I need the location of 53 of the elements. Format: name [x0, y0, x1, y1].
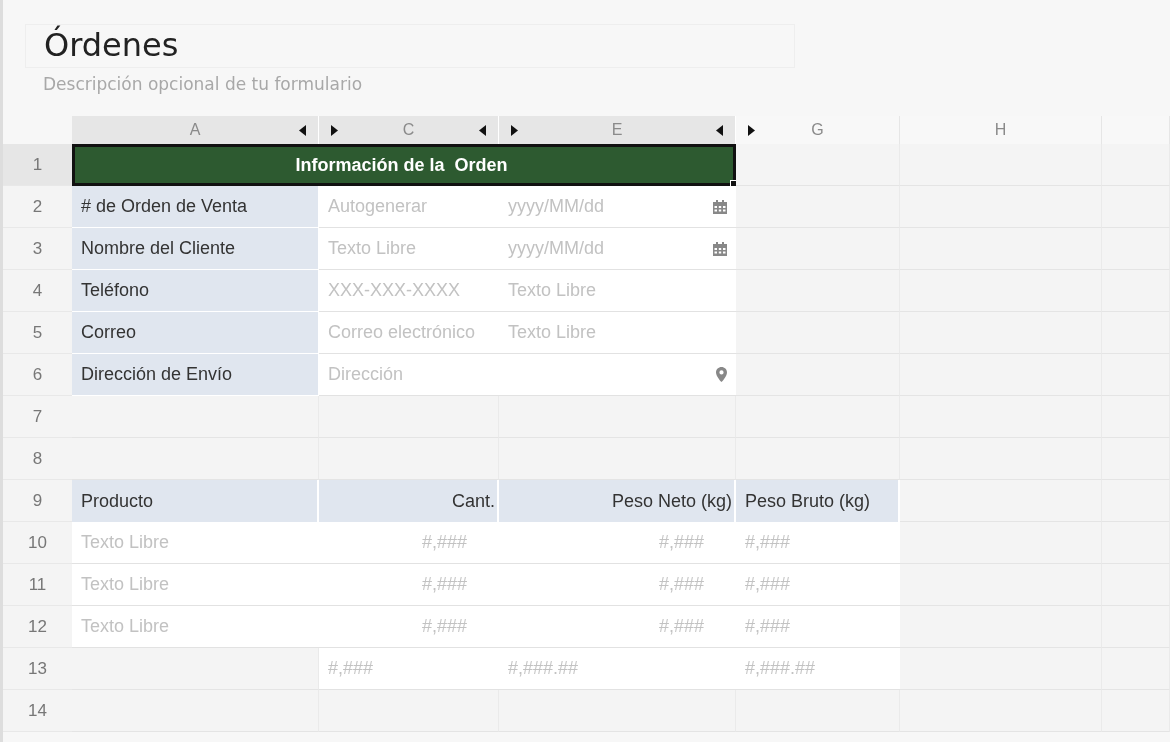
input-field[interactable]: #,###.##	[499, 648, 736, 690]
input-field[interactable]: Texto Libre	[72, 522, 319, 564]
column-letter: C	[402, 121, 415, 139]
section-title: Información de la Orden	[72, 144, 736, 186]
column-letter: A	[189, 121, 201, 139]
number-field[interactable]: #,###	[499, 606, 736, 648]
address-field[interactable]: Dirección	[319, 354, 736, 396]
column-label: Peso Neto (kg)	[499, 480, 736, 522]
column-letter: G	[811, 121, 824, 139]
input-field[interactable]: Texto Libre	[319, 228, 499, 270]
column-letter: E	[611, 121, 623, 139]
placeholder-text: yyyy/MM/dd	[508, 196, 605, 217]
number-field[interactable]: #,###	[319, 522, 499, 564]
date-field[interactable]: yyyy/MM/dd	[499, 186, 736, 228]
location-pin-icon[interactable]	[716, 367, 727, 382]
input-field[interactable]: #,###.##	[736, 648, 900, 690]
input-field[interactable]: #,###	[736, 522, 900, 564]
input-field[interactable]: Texto Libre	[72, 564, 319, 606]
input-field[interactable]: #,###	[736, 564, 900, 606]
table-cell: # de Orden de Venta	[72, 186, 319, 228]
form-title: Órdenes	[44, 24, 179, 66]
column-header[interactable]: A	[72, 116, 319, 144]
table-cell: Nombre del Cliente	[72, 228, 319, 270]
input-field[interactable]: XXX-XXX-XXXX	[319, 270, 499, 312]
calendar-icon[interactable]	[713, 199, 727, 214]
column-header[interactable]: G	[736, 116, 900, 144]
table-cell: Teléfono	[72, 270, 319, 312]
number-field[interactable]: #,###	[319, 564, 499, 606]
placeholder-text: yyyy/MM/dd	[508, 238, 605, 259]
table-cell: Correo	[72, 312, 319, 354]
input-field[interactable]: Texto Libre	[499, 270, 736, 312]
form-description: Descripción opcional de tu formulario	[43, 74, 363, 94]
input-field[interactable]: Autogenerar	[319, 186, 499, 228]
placeholder-text: Dirección	[328, 364, 405, 385]
column-label: Cant.	[319, 480, 499, 522]
table-cell: Dirección de Envío	[72, 354, 319, 396]
column-header[interactable]: E	[499, 116, 736, 144]
column-label: Peso Bruto (kg)	[736, 480, 900, 522]
number-field[interactable]: #,###	[499, 564, 736, 606]
input-field[interactable]: Correo electrónico	[319, 312, 499, 354]
calendar-icon[interactable]	[713, 241, 727, 256]
row-number[interactable]: 1	[3, 144, 72, 186]
column-header[interactable]: H	[900, 116, 1102, 144]
number-field[interactable]: #,###	[319, 606, 499, 648]
input-field[interactable]: #,###	[736, 606, 900, 648]
number-field[interactable]: #,###	[499, 522, 736, 564]
column-header[interactable]: C	[319, 116, 499, 144]
column-label: Producto	[72, 480, 319, 522]
date-field[interactable]: yyyy/MM/dd	[499, 228, 736, 270]
input-field[interactable]: Texto Libre	[499, 312, 736, 354]
column-letter: H	[994, 121, 1007, 139]
input-field[interactable]: Texto Libre	[72, 606, 319, 648]
input-field[interactable]: #,###	[319, 648, 499, 690]
